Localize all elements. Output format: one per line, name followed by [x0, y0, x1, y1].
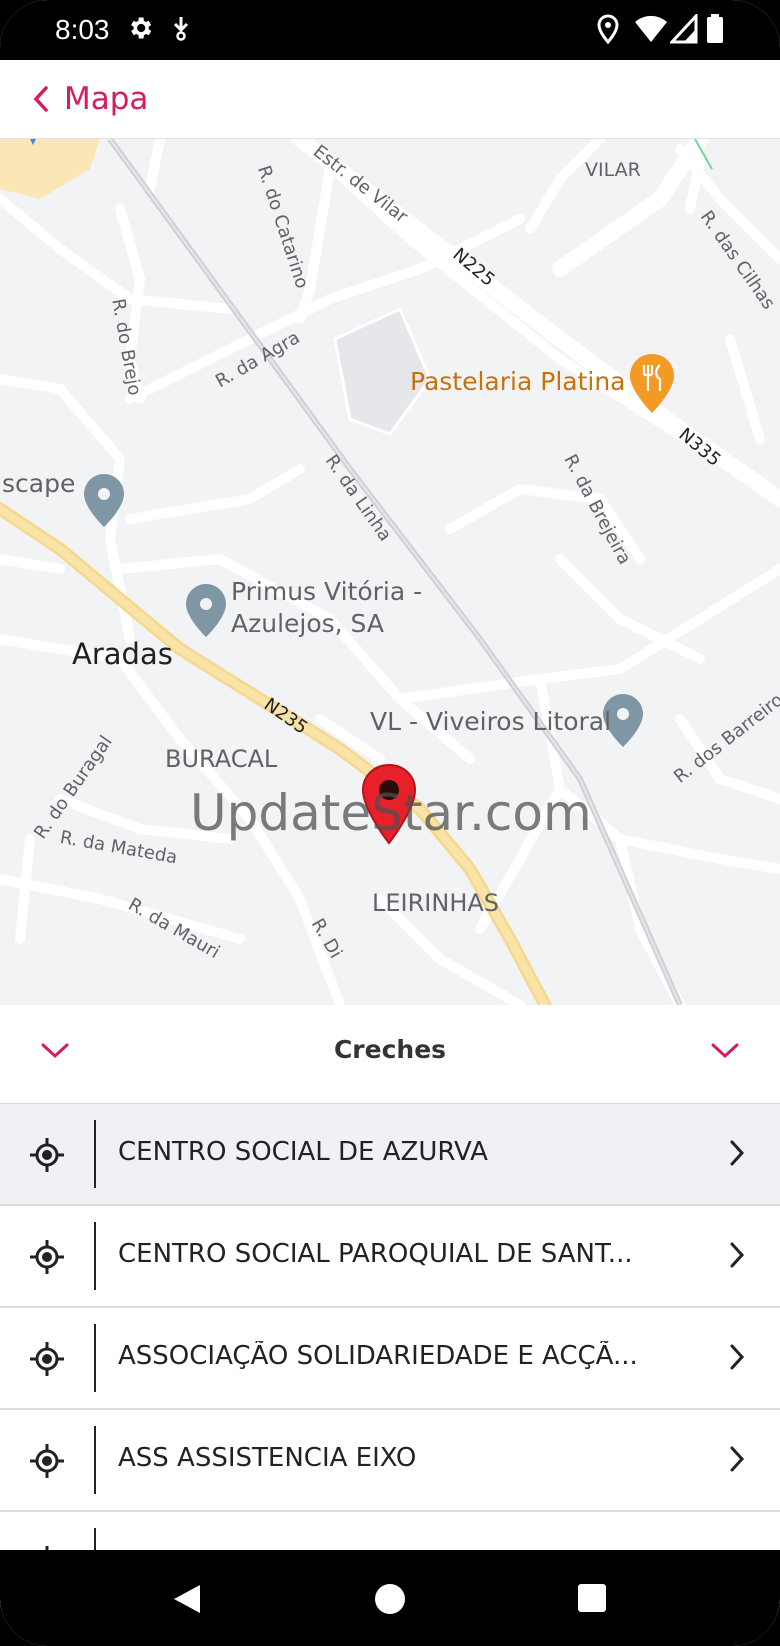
- list-item-label: ASS ASSISTENCIA EIXO: [118, 1443, 417, 1473]
- sheet-header[interactable]: Creches: [0, 1005, 780, 1105]
- nav-recents-icon[interactable]: [576, 1582, 608, 1619]
- locate-target-icon[interactable]: [29, 1443, 65, 1479]
- chevron-right-icon: [730, 1140, 745, 1166]
- sheet-title: Creches: [333, 1035, 447, 1064]
- navigation-bar: [0, 1550, 780, 1646]
- status-bar: 8:03: [0, 0, 780, 60]
- locate-target-icon[interactable]: [29, 1341, 65, 1377]
- nav-back-icon[interactable]: [170, 1582, 204, 1621]
- map-roads: [0, 139, 780, 1005]
- app-bar: Mapa: [0, 60, 780, 139]
- map-view[interactable]: VILAR Aradas BURACAL LEIRINHAS Estr. de …: [0, 139, 780, 1005]
- category-dropdown-chevron-icon[interactable]: [710, 1041, 740, 1066]
- chevron-right-icon: [730, 1344, 745, 1370]
- list-item[interactable]: CENTRO SOCIAL PAROQUIAL DE SANT...: [0, 1206, 780, 1308]
- place-label-aradas: Aradas: [72, 637, 173, 671]
- locate-target-icon[interactable]: [29, 1239, 65, 1275]
- phone-screen: 8:03 Mapa VILAR Aradas BURACAL LEIRINHAS…: [0, 0, 780, 1646]
- row-divider: [94, 1426, 96, 1494]
- list-item[interactable]: CENTRO SOCIAL DE AZURVA: [0, 1104, 780, 1206]
- location-icon: [596, 14, 620, 49]
- wifi-icon: [634, 14, 668, 49]
- poi-label-viveiros[interactable]: VL - Viveiros Litoral: [370, 707, 611, 736]
- list-item-label: ASSOCIAÇÃO SOLIDARIEDADE E ACÇÃ...: [118, 1341, 638, 1371]
- nav-home-icon[interactable]: [373, 1582, 407, 1621]
- list-item-label: CENTRO SOCIAL DE AZURVA: [118, 1137, 488, 1167]
- watermark: UpdateStar.com: [190, 784, 592, 842]
- chevron-right-icon: [730, 1242, 745, 1268]
- chevron-left-icon: [33, 86, 48, 112]
- place-label-buracal: BURACAL: [165, 745, 278, 773]
- back-label: Mapa: [64, 81, 149, 117]
- chevron-right-icon: [730, 1446, 745, 1472]
- list-item[interactable]: ASSOCIAÇÃO SOLIDARIEDADE E ACÇÃ...: [0, 1308, 780, 1410]
- place-label-leirinhas: LEIRINHAS: [372, 889, 500, 917]
- poi-label-escape[interactable]: scape: [2, 469, 75, 498]
- row-divider: [94, 1222, 96, 1290]
- back-button[interactable]: Mapa: [30, 74, 148, 124]
- place-label-vilar: VILAR: [585, 159, 641, 181]
- signal-icon: [668, 12, 698, 49]
- row-divider: [94, 1324, 96, 1392]
- list-item-label: CENTRO SOCIAL PAROQUIAL DE SANT...: [118, 1239, 633, 1269]
- row-divider: [94, 1120, 96, 1188]
- list-item[interactable]: ASS ASSISTENCIA EIXO: [0, 1410, 780, 1512]
- creche-list: CENTRO SOCIAL DE AZURVA CENTRO SOCIAL PA…: [0, 1104, 780, 1614]
- status-time: 8:03: [55, 14, 110, 45]
- poi-label-primus-line1[interactable]: Primus Vitória -: [231, 577, 422, 606]
- battery-icon: [706, 14, 724, 49]
- download-icon: [170, 14, 192, 47]
- poi-label-pastelaria[interactable]: Pastelaria Platina: [410, 367, 626, 396]
- settings-icon: [126, 14, 154, 47]
- poi-label-primus-line2[interactable]: Azulejos, SA: [231, 609, 384, 638]
- locate-target-icon[interactable]: [29, 1137, 65, 1173]
